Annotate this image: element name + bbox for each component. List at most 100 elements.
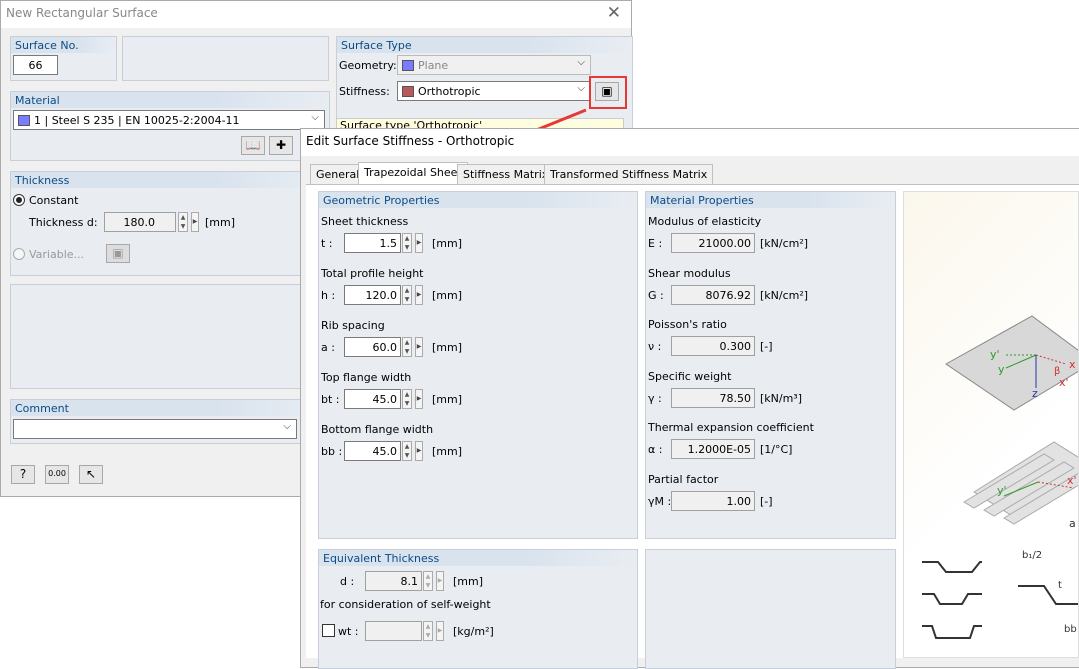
geom-row-arrow[interactable]: ▶ [415, 233, 423, 253]
plane-swatch [402, 60, 414, 71]
diagram-label-x-prime: x' [1059, 376, 1069, 389]
material-row-symbol: γM : [648, 495, 672, 508]
wt-checkbox[interactable] [322, 624, 335, 637]
diagram-label-sheet-y: y' [997, 484, 1007, 497]
cursor-button[interactable]: ↖ [79, 465, 103, 484]
material-row-input: 1.2000E-05 [671, 439, 755, 460]
diagram-label-sheet-x: x' [1067, 474, 1077, 487]
stiffness-select[interactable]: Orthotropic ⌵ [397, 81, 591, 101]
thickness-label: Thickness [11, 172, 329, 188]
tab-trapezoidal-sheet[interactable]: Trapezoidal Sheet [358, 162, 468, 185]
close-icon[interactable]: ✕ [607, 3, 621, 23]
diagram-label-b1-half: b₁/2 [1022, 550, 1042, 561]
geom-row-arrow[interactable]: ▶ [415, 389, 423, 409]
comment-select[interactable]: ⌵ [13, 419, 297, 439]
blank-lower-group [645, 549, 896, 669]
profile-bottom [922, 625, 982, 639]
help-button[interactable]: ? [11, 465, 35, 484]
material-row-label: Partial factor [648, 473, 719, 486]
diagram-svg: y' y x x' β z y' x' a b₁/2 t bb [922, 315, 1078, 639]
tab-stiffness-matrix[interactable]: Stiffness Matrix [457, 164, 555, 184]
constant-radio[interactable] [13, 194, 25, 206]
stiffness-value: Orthotropic [418, 85, 481, 98]
blank-group [122, 36, 329, 81]
thickness-d-input[interactable]: 180.0 [104, 212, 176, 232]
diagram-label-bb: bb [1064, 624, 1077, 635]
profile-top [922, 561, 982, 573]
corrugated-sheet [963, 441, 1078, 525]
material-row-unit: [-] [760, 340, 773, 354]
surface-no-input[interactable]: 66 [13, 55, 58, 75]
diagram-label-x: x [1069, 358, 1076, 371]
thickness-unit: [mm] [205, 216, 236, 229]
geom-row-unit: [mm] [432, 393, 463, 406]
material-row-label: Modulus of elasticity [648, 215, 762, 228]
front-dialog-title: Edit Surface Stiffness - Orthotropic [301, 129, 1079, 156]
geometry-select[interactable]: Plane ⌵ [397, 55, 591, 75]
diagram-label-y-prime: y' [990, 348, 1000, 361]
geom-row-input[interactable]: 1.5 [344, 233, 401, 253]
geom-row-input[interactable]: 120.0 [344, 285, 401, 305]
geom-row-arrow[interactable]: ▶ [415, 441, 423, 461]
geom-row-label: Top flange width [321, 371, 412, 384]
new-material-button[interactable]: ✚ [269, 136, 293, 155]
geom-row-spinner[interactable]: ▲ ▼ [402, 389, 412, 409]
material-select[interactable]: 1 | Steel S 235 | EN 10025-2:2004-11 ⌵ [13, 110, 325, 130]
material-row-input: 21000.00 [671, 233, 755, 253]
detail-profile [1018, 585, 1078, 605]
geom-row-spinner[interactable]: ▲ ▼ [402, 285, 412, 305]
edit-stiffness-button[interactable]: ▣ [595, 82, 619, 101]
trapezoidal-sheet-diagram: y' y x x' β z y' x' a b₁/2 t bb [903, 191, 1079, 658]
profile-mid [922, 593, 982, 605]
variable-thickness-button[interactable]: ▣ [106, 244, 130, 263]
material-label: Material [11, 92, 329, 108]
eq-d-input: 8.1 [365, 571, 422, 591]
geom-row-arrow[interactable]: ▶ [415, 285, 423, 305]
geom-row-spinner[interactable]: ▲ ▼ [402, 441, 412, 461]
eq-d-unit: [mm] [453, 575, 484, 588]
geom-row-input[interactable]: 45.0 [344, 389, 401, 409]
wt-unit: [kg/m²] [453, 625, 494, 638]
geom-row-input[interactable]: 60.0 [344, 337, 401, 357]
material-value: 1 | Steel S 235 | EN 10025-2:2004-11 [34, 114, 240, 127]
geom-row-unit: [mm] [432, 341, 463, 354]
chevron-down-icon: ⌵ [577, 83, 585, 94]
variable-label: Variable... [29, 248, 85, 261]
material-row-label: Shear modulus [648, 266, 731, 280]
surface-type-label: Surface Type [337, 37, 632, 53]
geom-row-spinner[interactable]: ▲ ▼ [402, 233, 412, 253]
geometry-label: Geometry: [339, 59, 397, 72]
material-row-input: 1.00 [671, 491, 755, 511]
constant-label: Constant [29, 194, 79, 207]
tab-transformed-stiffness-matrix[interactable]: Transformed Stiffness Matrix [544, 164, 714, 184]
geom-row-arrow[interactable]: ▶ [415, 337, 423, 357]
diagram-label-a: a [1069, 517, 1076, 530]
material-properties-label: Material Properties [646, 192, 895, 208]
material-row-symbol: ν : [648, 340, 662, 354]
eq-d-symbol: d : [340, 575, 355, 588]
geometric-properties-label: Geometric Properties [319, 192, 637, 208]
material-library-button[interactable]: 📖 [241, 136, 265, 155]
units-button[interactable]: 0.00 [45, 465, 69, 484]
geom-row-input[interactable]: 45.0 [344, 441, 401, 461]
geom-row-symbol: a : [321, 341, 335, 354]
geom-row-symbol: bt : [321, 393, 340, 406]
diagram-label-y: y [998, 363, 1005, 376]
geom-row-unit: [mm] [432, 445, 463, 458]
surface-no-label: Surface No. [11, 37, 116, 53]
material-swatch [18, 115, 30, 126]
radio-dot [16, 197, 22, 203]
variable-radio[interactable] [13, 248, 25, 260]
geom-row-label: Sheet thickness [321, 215, 409, 228]
empty-group [10, 284, 330, 389]
diagram-label-t: t [1058, 580, 1062, 591]
geometry-value: Plane [418, 59, 449, 72]
thickness-arrow[interactable]: ▶ [191, 212, 199, 232]
self-weight-label: for consideration of self-weight [320, 598, 491, 611]
geom-row-spinner[interactable]: ▲ ▼ [402, 337, 412, 357]
front-title-text: Edit Surface Stiffness - Orthotropic [306, 134, 515, 148]
thickness-spinner[interactable]: ▲ ▼ [178, 212, 188, 232]
stiffness-label: Stiffness: [339, 85, 390, 98]
material-row-unit: [kN/m³] [760, 391, 803, 405]
material-row-unit: [kN/cm²] [760, 288, 809, 302]
